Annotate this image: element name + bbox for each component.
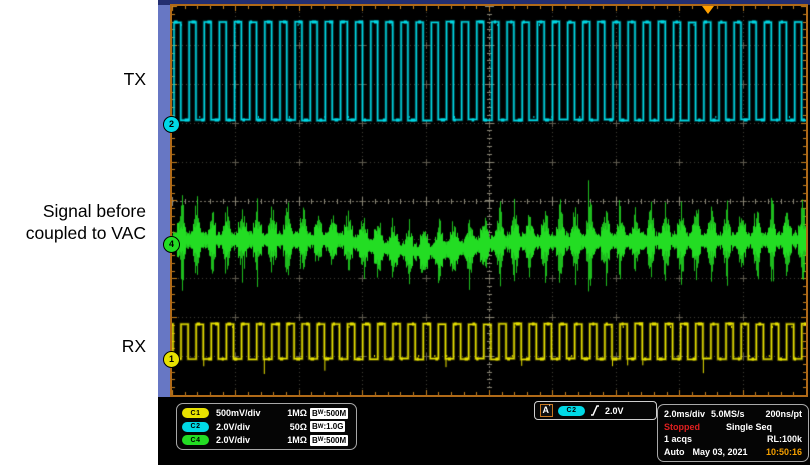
annotation-signal-line2: coupled to VAC	[25, 223, 146, 243]
channel-scale: 500mV/div	[216, 408, 261, 418]
channel-pill-c2[interactable]: C2	[182, 421, 209, 432]
annotation-rx: RX	[121, 336, 146, 356]
graticule: 2 4 1	[163, 4, 808, 397]
scope-window: 2 4 1 C1 500mV/div 1MΩ B W:500M C2 2.0V/d…	[158, 0, 810, 465]
page: TX Signal before coupled to VAC RX 2 4 1…	[0, 0, 810, 465]
annotation-signal-line1: Signal before	[42, 201, 146, 221]
channel-row-c2[interactable]: C2 2.0V/div 50Ω B W:1.0G	[182, 421, 351, 433]
date-value: May 03, 2021	[692, 446, 748, 457]
acq-mode: Single Seq	[726, 421, 773, 432]
trigger-a-badge[interactable]: A '	[540, 404, 553, 417]
channel-scale: 2.0V/div	[216, 421, 251, 432]
acq-row-horizontal: 2.0ms/div 5.0MS/s 200ns/pt	[664, 409, 802, 419]
record-length: RL:100k	[766, 434, 802, 445]
trigger-position-marker-icon[interactable]	[702, 6, 714, 14]
status-bar: C1 500mV/div 1MΩ B W:500M C2 2.0V/div 50Ω…	[158, 397, 810, 465]
acquisition-panel[interactable]: 2.0ms/div 5.0MS/s 200ns/pt Stopped Singl…	[657, 404, 809, 462]
trigger-source-pill[interactable]: C2	[558, 405, 585, 416]
annotation-tx: TX	[123, 69, 146, 89]
bandwidth-badge: B W:1.0G	[310, 421, 346, 432]
channel-marker-ch2[interactable]: 2	[163, 116, 180, 133]
channel-row-c4[interactable]: C4 2.0V/div 1MΩ B W:500M	[182, 434, 351, 446]
annotation-column: TX Signal before coupled to VAC RX	[0, 0, 148, 465]
waveform-canvas[interactable]	[172, 6, 806, 395]
resolution-value: 200ns/pt	[765, 409, 802, 419]
channel-settings-panel[interactable]: C1 500mV/div 1MΩ B W:500M C2 2.0V/div 50Ω…	[176, 403, 357, 450]
annotation-signal: Signal before coupled to VAC	[0, 200, 146, 244]
bandwidth-badge: B W:500M	[310, 434, 349, 446]
acq-row-status: Stopped Single Seq	[664, 422, 802, 432]
trigger-level: 2.0V	[605, 405, 624, 416]
trigger-settings-bar[interactable]: A ' C2 2.0V	[534, 401, 657, 420]
channel-impedance: 1MΩ	[287, 435, 307, 445]
channel-impedance: 1MΩ	[287, 408, 307, 418]
acq-row-count: 1 acqs RL:100k	[664, 434, 802, 444]
acq-count: 1 acqs	[664, 434, 693, 445]
channel-scale: 2.0V/div	[216, 435, 251, 445]
rising-edge-icon	[591, 405, 599, 416]
channel-pill-c1[interactable]: C1	[182, 408, 209, 418]
timebase-value: 2.0ms/div	[664, 409, 706, 419]
sample-rate-value: 5.0MS/s	[711, 409, 745, 419]
acq-row-datetime: Auto May 03, 2021 10:50:16	[664, 447, 802, 457]
channel-row-c1[interactable]: C1 500mV/div 1MΩ B W:500M	[182, 407, 351, 419]
channel-impedance: 50Ω	[289, 421, 307, 432]
channel-pill-c4[interactable]: C4	[182, 435, 209, 445]
channel-marker-ch4[interactable]: 4	[163, 236, 180, 253]
bandwidth-badge: B W:500M	[310, 407, 349, 419]
acq-status: Stopped	[664, 421, 700, 432]
trigger-mode: Auto	[664, 446, 685, 457]
time-value: 10:50:16	[765, 446, 802, 457]
channel-marker-ch1[interactable]: 1	[163, 351, 180, 368]
